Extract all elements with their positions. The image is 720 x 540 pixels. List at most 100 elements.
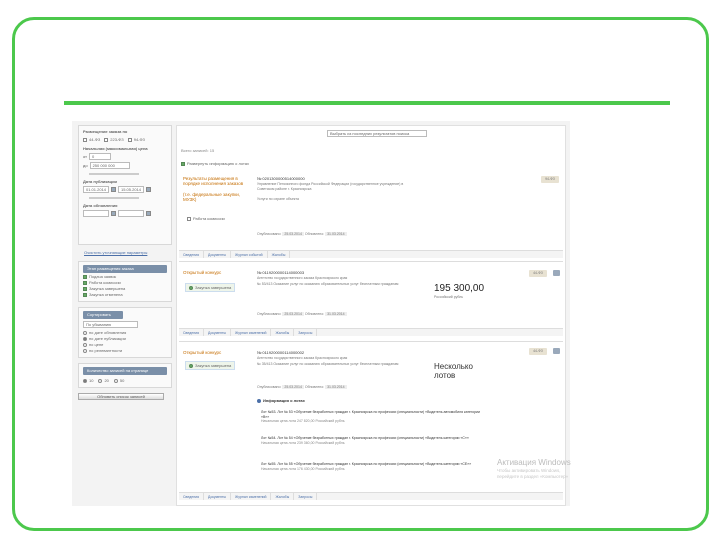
law-tag: 44-ФЗ — [529, 270, 547, 277]
windows-watermark-title: Активация Windows — [497, 458, 571, 467]
calendar-icon[interactable] — [111, 187, 116, 192]
filters-panel: Размещение заказа по 44-ФЗ 223-ФЗ 94-ФЗ … — [78, 125, 172, 245]
price-slider[interactable] — [89, 173, 139, 175]
law-tag: 94-ФЗ — [541, 176, 559, 183]
card-commission-check: Работа комиссии — [187, 216, 225, 221]
card-tabs: Сведения Документы Журнал событий Жалобы — [179, 250, 563, 258]
per-page-panel: Количество записей на странице 10 20 50 — [78, 363, 172, 388]
card-currency: Российский рубль — [434, 295, 464, 299]
price-from-input[interactable]: 0 — [88, 153, 111, 160]
update-to-input[interactable] — [118, 210, 144, 217]
per-page-50[interactable]: 50 — [113, 378, 124, 383]
card-org: Агентство государственного заказа Красно… — [257, 356, 348, 360]
card-tabs: Сведения Документы Журнал изменений Жало… — [179, 492, 563, 500]
card-subject: Услуги по охране объекта — [257, 197, 300, 201]
update-date-label: Дата обновления — [83, 203, 118, 208]
expand-lots-checkbox[interactable]: Развернуть информацию о лотах — [181, 161, 249, 166]
tab-complaints[interactable]: Жалобы — [268, 251, 291, 258]
card-status[interactable]: Открытый конкурс — [183, 350, 221, 355]
card-org: Агентство государственного заказа Красно… — [257, 276, 348, 280]
tab-requests[interactable]: Запросы — [294, 493, 318, 500]
sort-panel: Сортировать По убыванию по дате обновлен… — [78, 307, 172, 358]
tab-info[interactable]: Сведения — [179, 493, 204, 500]
law-94-checkbox[interactable]: 94-ФЗ — [127, 137, 145, 142]
sort-radio[interactable]: по цене — [83, 342, 167, 347]
price-to-label: до — [83, 163, 88, 168]
card-number[interactable]: № 0201300000514000000 — [257, 176, 305, 181]
card-subject: № 35/413 Оказание услуг по оказанию обра… — [257, 362, 399, 366]
clear-params-link[interactable]: Очистить уточняющие параметры — [84, 250, 172, 255]
windows-watermark-sub: Чтобы активировать Windows, перейдите в … — [497, 468, 569, 479]
calendar-icon[interactable] — [146, 187, 151, 192]
title-underline — [64, 101, 670, 105]
card-completed-check: Закупка завершена — [185, 283, 236, 292]
calendar-icon[interactable] — [111, 211, 116, 216]
search-select[interactable]: Выбрать из последних результатов поиска — [327, 130, 427, 137]
card-dates: Опубликовано: 25.03.2014 Обновлено: 31.0… — [257, 232, 347, 236]
sidebar: Размещение заказа по 44-ФЗ 223-ФЗ 94-ФЗ … — [78, 125, 172, 469]
tab-complaints[interactable]: Жалобы — [271, 329, 295, 336]
card-status[interactable]: Результаты размещения в порядке исполнен… — [183, 176, 253, 186]
card-multi-lots: Несколько лотов — [434, 362, 473, 380]
stage-checkbox[interactable]: Подача заявок — [83, 274, 167, 279]
stage-checkbox[interactable]: Работа комиссии — [83, 280, 167, 285]
card-org: Управление Пенсионного фонда Российской … — [257, 182, 404, 191]
card-dates: Опубликовано: 25.03.2014 Обновлено: 31.0… — [257, 385, 347, 389]
update-from-input[interactable] — [83, 210, 109, 217]
results-area: Выбрать из последних результатов поиска … — [176, 125, 566, 506]
lot-item: Лот №55. Лот № 55 «Обучение безработных … — [261, 462, 472, 471]
tab-info[interactable]: Сведения — [179, 329, 204, 336]
per-page-20[interactable]: 20 — [98, 378, 109, 383]
price-from-label: от — [83, 154, 87, 159]
result-card: Открытый конкурс Закупка завершена № 011… — [179, 344, 563, 506]
printer-icon[interactable] — [553, 270, 560, 276]
sort-select[interactable]: По убыванию — [83, 321, 138, 328]
card-tabs: Сведения Документы Журнал изменений Жало… — [179, 328, 563, 336]
card-subject: № 53/413 Оказание услуг по оказанию обра… — [257, 282, 399, 286]
tab-changes[interactable]: Журнал изменений — [231, 329, 272, 336]
publish-from-input[interactable]: 01.01.2014 — [83, 186, 109, 193]
stages-title[interactable]: Этап размещения заказа — [83, 265, 167, 273]
result-card: Открытый конкурс Закупка завершена № 011… — [179, 264, 563, 342]
tab-events[interactable]: Журнал событий — [231, 251, 268, 258]
filters-title: Размещение заказа по — [83, 129, 128, 134]
refresh-list-button[interactable]: Обновить список записей — [78, 393, 164, 400]
publish-to-input[interactable]: 15.05.2014 — [118, 186, 144, 193]
tab-complaints[interactable]: Жалобы — [271, 493, 295, 500]
stage-checkbox[interactable]: Закупка отменена — [83, 292, 167, 297]
sort-radio[interactable]: по релевантности — [83, 348, 167, 353]
law-44-checkbox[interactable]: 44-ФЗ — [83, 137, 100, 142]
tab-docs[interactable]: Документы — [204, 329, 232, 336]
sort-radio[interactable]: по дате обновления — [83, 330, 167, 335]
card-number[interactable]: № 0119200000114000002 — [257, 350, 304, 355]
card-number[interactable]: № 0119200000114000003 — [257, 270, 304, 275]
tab-docs[interactable]: Документы — [204, 493, 232, 500]
tab-info[interactable]: Сведения — [179, 251, 204, 258]
stages-panel: Этап размещения заказа Подача заявок Раб… — [78, 261, 172, 302]
tab-docs[interactable]: Документы — [204, 251, 232, 258]
per-page-10[interactable]: 10 — [83, 378, 93, 383]
card-price: 195 300,00 — [434, 283, 485, 294]
date-slider[interactable] — [89, 197, 139, 199]
per-page-title[interactable]: Количество записей на странице — [83, 367, 167, 375]
card-completed-check: Закупка завершена — [185, 361, 236, 370]
card-status-sub: (т.е. федеральные закупки, МУЗК) — [183, 192, 241, 202]
law-tag: 44-ФЗ — [529, 348, 547, 355]
screenshot: Размещение заказа по 44-ФЗ 223-ФЗ 94-ФЗ … — [72, 121, 570, 506]
price-label: Начальная (максимальная) цена — [83, 146, 148, 151]
calendar-icon[interactable] — [146, 211, 151, 216]
result-card: Результаты размещения в порядке исполнен… — [179, 170, 563, 262]
lot-item: Лот №53. Лот № 53 «Обучение безработных … — [261, 410, 480, 423]
sort-title[interactable]: Сортировать — [83, 311, 123, 319]
lots-toggle[interactable]: Информация о лотах — [257, 398, 305, 403]
law-223-checkbox[interactable]: 223-ФЗ — [104, 137, 124, 142]
printer-icon[interactable] — [553, 348, 560, 354]
tab-requests[interactable]: Запросы — [294, 329, 318, 336]
sort-radio[interactable]: по дате публикации — [83, 336, 167, 341]
tab-changes[interactable]: Журнал изменений — [231, 493, 272, 500]
card-status[interactable]: Открытый конкурс — [183, 270, 221, 275]
chevron-down-icon — [257, 398, 261, 403]
stage-checkbox[interactable]: Закупка завершена — [83, 286, 167, 291]
price-to-input[interactable]: 250 000 000 — [89, 162, 130, 169]
card-dates: Опубликовано: 25.03.2014 Обновлено: 31.0… — [257, 312, 347, 316]
